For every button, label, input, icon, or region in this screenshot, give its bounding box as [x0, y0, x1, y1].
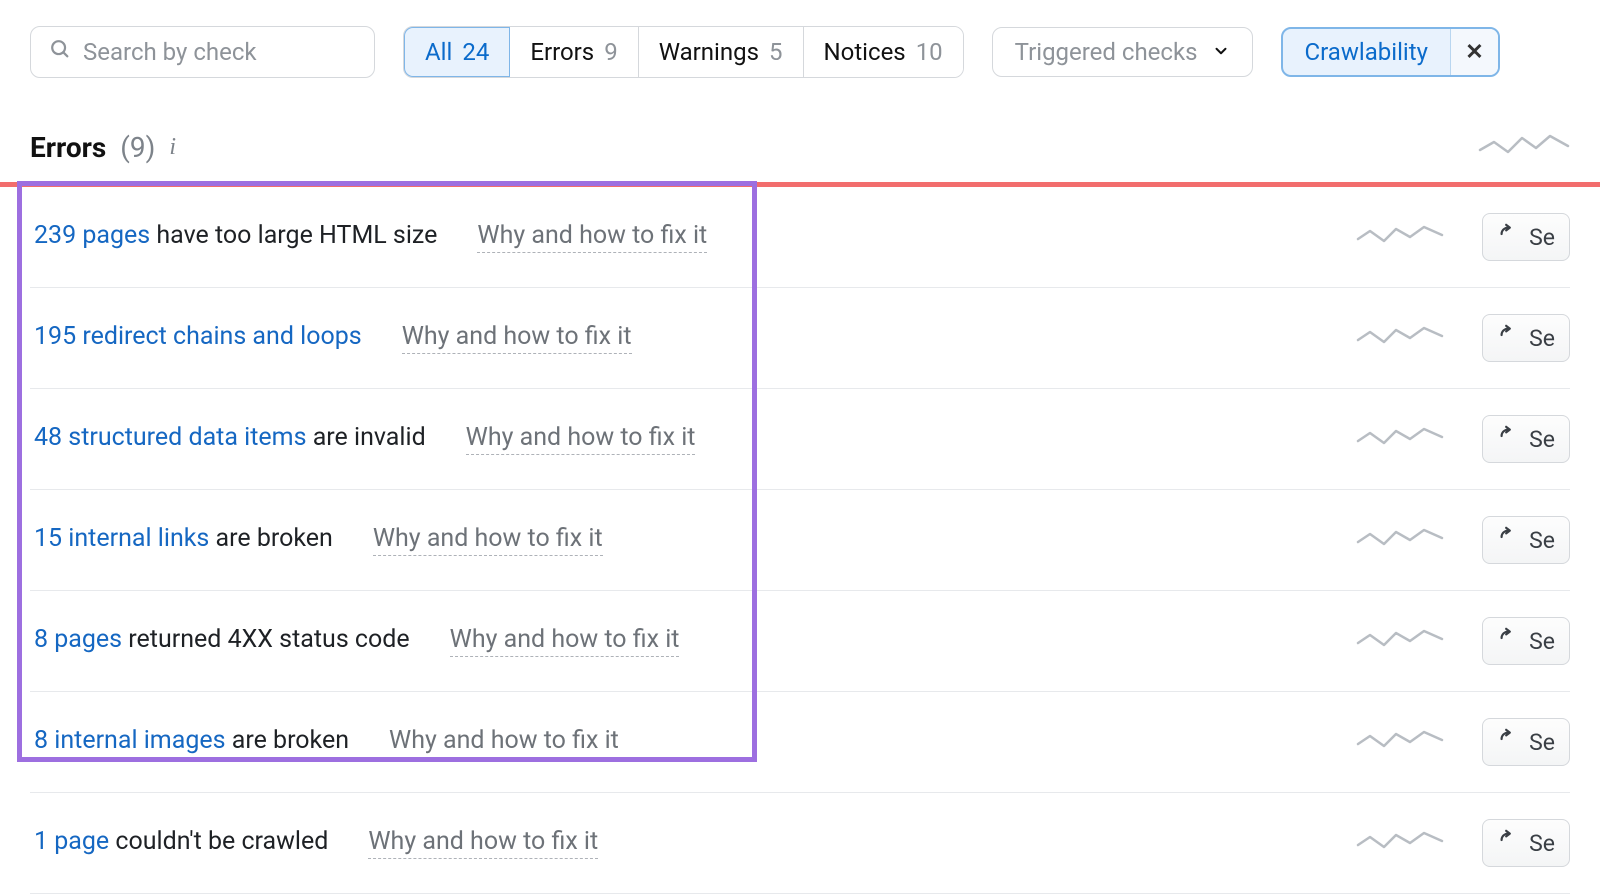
issue-text: 195 redirect chains and loops Why and how… — [30, 322, 632, 354]
share-arrow-icon — [1497, 324, 1519, 352]
filter-toolbar: Search by check All 24 Errors 9 Warnings… — [30, 26, 1570, 78]
share-arrow-icon — [1497, 627, 1519, 655]
sparkline-icon — [1356, 726, 1444, 758]
why-how-fix-link[interactable]: Why and how to fix it — [466, 423, 696, 455]
issue-description: are broken — [209, 524, 333, 553]
send-button[interactable]: Se — [1482, 213, 1570, 261]
search-input[interactable]: Search by check — [30, 26, 375, 78]
issue-description: couldn't be crawled — [109, 827, 328, 856]
filter-chip-remove[interactable]: ✕ — [1450, 29, 1498, 75]
sparkline-icon — [1356, 221, 1444, 253]
why-how-fix-link[interactable]: Why and how to fix it — [373, 524, 603, 556]
send-button[interactable]: Se — [1482, 314, 1570, 362]
issue-text: 239 pages have too large HTML size Why an… — [30, 221, 707, 253]
issue-row: 239 pages have too large HTML size Why an… — [30, 187, 1570, 288]
why-how-fix-link[interactable]: Why and how to fix it — [477, 221, 707, 253]
tab-errors[interactable]: Errors 9 — [510, 27, 638, 77]
issue-link[interactable]: 239 pages — [34, 221, 150, 250]
issue-text: 1 page couldn't be crawled Why and how to… — [30, 827, 598, 859]
issues-list: 239 pages have too large HTML size Why an… — [30, 187, 1570, 894]
issue-link[interactable]: 8 pages — [34, 625, 122, 654]
search-icon — [49, 38, 71, 66]
issue-text: 8 pages returned 4XX status code Why and … — [30, 625, 679, 657]
issue-link[interactable]: 8 internal images — [34, 726, 226, 755]
issue-row: 15 internal links are broken Why and how … — [30, 490, 1570, 591]
why-how-fix-link[interactable]: Why and how to fix it — [389, 726, 619, 758]
why-how-fix-link[interactable]: Why and how to fix it — [368, 827, 598, 859]
issue-description: are invalid — [307, 423, 426, 452]
issue-description: returned 4XX status code — [122, 625, 410, 654]
triggered-checks-dropdown[interactable]: Triggered checks — [992, 27, 1253, 77]
issue-link[interactable]: 195 redirect chains and loops — [34, 322, 362, 351]
issue-description: are broken — [226, 726, 350, 755]
info-icon[interactable]: i — [169, 134, 176, 161]
send-button[interactable]: Se — [1482, 617, 1570, 665]
why-how-fix-link[interactable]: Why and how to fix it — [402, 322, 632, 354]
share-arrow-icon — [1497, 728, 1519, 756]
share-arrow-icon — [1497, 829, 1519, 857]
issue-text: 8 internal images are broken Why and how … — [30, 726, 619, 758]
issue-row: 8 internal images are broken Why and how … — [30, 692, 1570, 793]
share-arrow-icon — [1497, 526, 1519, 554]
filter-chip-crawlability: Crawlability ✕ — [1281, 27, 1500, 77]
issue-text: 48 structured data items are invalid Why … — [30, 423, 695, 455]
search-placeholder: Search by check — [83, 38, 257, 66]
close-icon: ✕ — [1465, 40, 1483, 65]
sparkline-icon — [1356, 423, 1444, 455]
chevron-down-icon — [1212, 38, 1230, 66]
issue-link[interactable]: 15 internal links — [34, 524, 209, 553]
issue-row: 195 redirect chains and loops Why and how… — [30, 288, 1570, 389]
sparkline-icon — [1356, 524, 1444, 556]
section-header: Errors (9) i — [30, 130, 1570, 164]
category-tabs: All 24 Errors 9 Warnings 5 Notices 10 — [403, 26, 964, 78]
send-button[interactable]: Se — [1482, 415, 1570, 463]
share-arrow-icon — [1497, 223, 1519, 251]
issue-row: 1 page couldn't be crawled Why and how to… — [30, 793, 1570, 894]
tab-warnings[interactable]: Warnings 5 — [639, 27, 804, 77]
sparkline-icon — [1478, 130, 1570, 164]
sparkline-icon — [1356, 322, 1444, 354]
issue-link[interactable]: 48 structured data items — [34, 423, 307, 452]
issue-description: have too large HTML size — [150, 221, 437, 250]
why-how-fix-link[interactable]: Why and how to fix it — [450, 625, 680, 657]
issue-row: 8 pages returned 4XX status code Why and … — [30, 591, 1570, 692]
issue-text: 15 internal links are broken Why and how … — [30, 524, 603, 556]
section-title: Errors — [30, 131, 106, 164]
tab-all[interactable]: All 24 — [403, 26, 511, 78]
section-count: (9) — [120, 131, 155, 164]
tab-notices[interactable]: Notices 10 — [804, 27, 963, 77]
send-button[interactable]: Se — [1482, 718, 1570, 766]
sparkline-icon — [1356, 625, 1444, 657]
issue-row: 48 structured data items are invalid Why … — [30, 389, 1570, 490]
share-arrow-icon — [1497, 425, 1519, 453]
sparkline-icon — [1356, 827, 1444, 859]
send-button[interactable]: Se — [1482, 819, 1570, 867]
issue-link[interactable]: 1 page — [34, 827, 109, 856]
send-button[interactable]: Se — [1482, 516, 1570, 564]
filter-chip-label[interactable]: Crawlability — [1283, 29, 1450, 75]
